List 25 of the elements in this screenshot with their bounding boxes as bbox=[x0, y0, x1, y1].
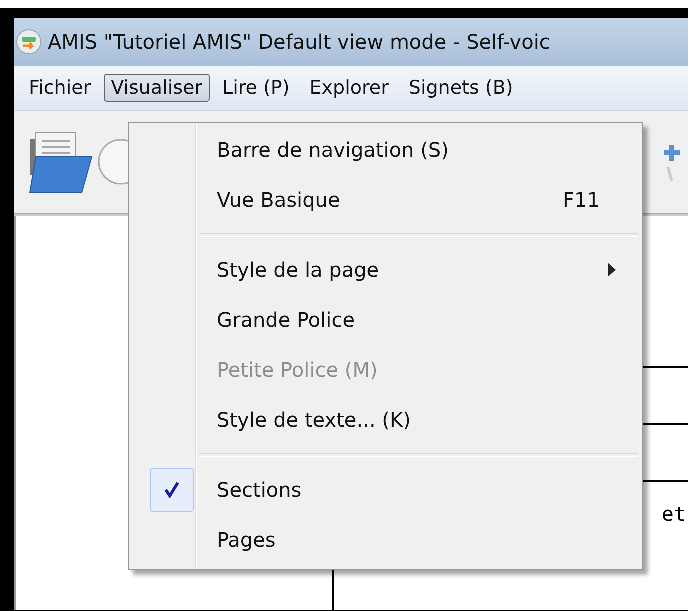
menu-item-label: Barre de navigation (S) bbox=[217, 138, 450, 162]
menu-item-label: Vue Basique bbox=[217, 188, 342, 212]
menu-item-label: Petite Police (M) bbox=[217, 358, 379, 382]
menu-bar-item[interactable]: Signets (B) bbox=[402, 74, 520, 102]
app-logo-icon bbox=[16, 29, 42, 55]
menu-item-label: Pages bbox=[217, 528, 277, 552]
window-title: AMIS "Tutoriel AMIS" Default view mode - Self-voic bbox=[48, 30, 550, 54]
menu-item[interactable]: Sections bbox=[129, 465, 642, 515]
menu-item[interactable]: Style de texte... (K) bbox=[129, 395, 642, 445]
menu-item[interactable]: Grande Police bbox=[129, 295, 642, 345]
menu-item[interactable]: Vue Basique F11 bbox=[129, 175, 642, 225]
menu-item-label: Style de texte... (K) bbox=[217, 408, 412, 432]
shortcut-label: F11 bbox=[563, 188, 600, 212]
document-text: et bbox=[662, 502, 686, 526]
menu-bar-item[interactable]: Fichier bbox=[22, 74, 98, 102]
menu-item-label: Grande Police bbox=[217, 308, 356, 332]
menu-item-label: Style de la page bbox=[217, 258, 380, 282]
menu-bar-item[interactable]: Visualiser bbox=[104, 74, 210, 102]
menu-bar-item[interactable]: Lire (P) bbox=[216, 74, 297, 102]
menu-item[interactable]: Pages bbox=[129, 515, 642, 565]
menu-item-label: Sections bbox=[217, 478, 303, 502]
menu-bar-item[interactable]: Explorer bbox=[302, 74, 396, 102]
menu-item[interactable]: Style de la page bbox=[129, 245, 642, 295]
submenu-arrow-icon bbox=[608, 263, 616, 277]
menu-item[interactable]: Barre de navigation (S) bbox=[129, 125, 642, 175]
